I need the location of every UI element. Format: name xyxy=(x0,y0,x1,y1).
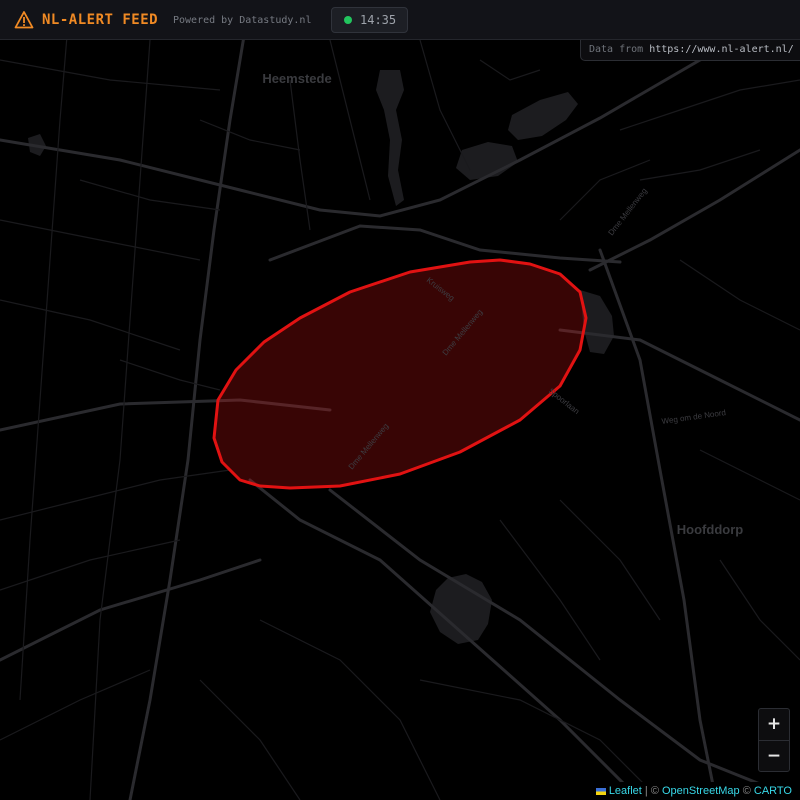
data-source-label: Data from xyxy=(589,44,644,55)
powered-by-text: Powered by Datastudy.nl xyxy=(173,15,312,26)
data-source-badge: Data from https://www.nl-alert.nl/ xyxy=(580,40,800,61)
map[interactable]: Heemstede Hoofddorp Kruisweg Dme Mellenw… xyxy=(0,0,800,800)
live-clock-badge: 14:35 xyxy=(331,7,408,33)
zoom-in-button[interactable]: + xyxy=(759,709,789,741)
zoom-out-button[interactable]: − xyxy=(759,741,789,772)
map-attribution: Leaflet | © OpenStreetMap © CARTO xyxy=(589,782,800,800)
place-label-heemstede: Heemstede xyxy=(262,71,331,86)
app-title: NL-ALERT FEED xyxy=(42,12,159,28)
street-label-weg-om-de-noord: Weg om de Noord xyxy=(661,408,726,426)
zoom-control: + − xyxy=(758,708,790,772)
ukraine-flag-icon xyxy=(595,788,606,795)
copyright-symbol: © xyxy=(650,785,659,797)
map-canvas[interactable]: Heemstede Hoofddorp Kruisweg Dme Mellenw… xyxy=(0,0,800,800)
street-label-spoorlaan: Spoorlaan xyxy=(547,386,581,416)
leaflet-link[interactable]: Leaflet xyxy=(609,785,642,797)
warning-triangle-icon xyxy=(14,10,34,30)
carto-link[interactable]: CARTO xyxy=(754,785,792,797)
attribution-separator: | xyxy=(644,785,648,797)
alert-area-polygon[interactable] xyxy=(212,258,588,490)
copyright-symbol: © xyxy=(742,785,751,797)
street-label-dme-mellenweg: Dme Mellenweg xyxy=(606,186,648,237)
status-dot-icon xyxy=(344,16,352,24)
data-source-url[interactable]: https://www.nl-alert.nl/ xyxy=(649,44,794,55)
app-header: NL-ALERT FEED Powered by Datastudy.nl 14… xyxy=(0,0,800,40)
openstreetmap-link[interactable]: OpenStreetMap xyxy=(662,785,740,797)
clock-time: 14:35 xyxy=(360,13,397,27)
place-label-hoofddorp: Hoofddorp xyxy=(677,522,743,537)
